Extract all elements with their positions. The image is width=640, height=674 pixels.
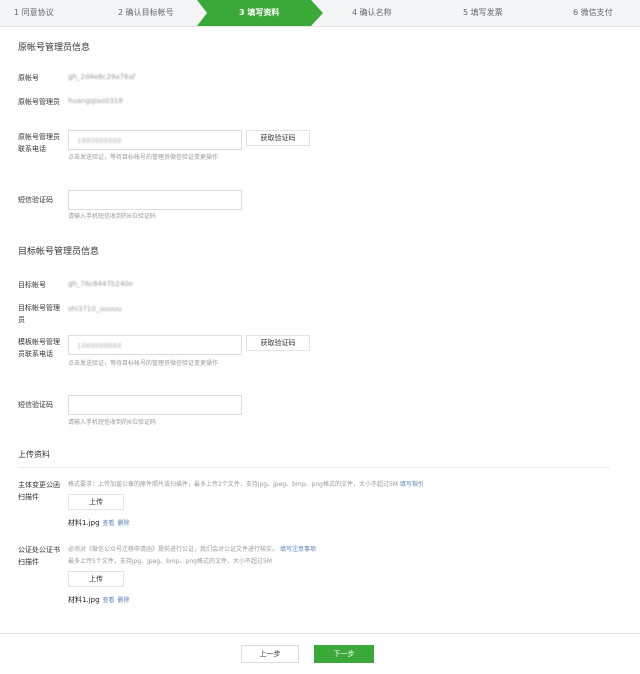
target-account-label: 目标帐号 xyxy=(18,281,46,289)
original-phone-hint: 点击发送验证，等待目标帐号的管理员微信验证变更操作 xyxy=(68,154,219,161)
original-admin-section-title: 原帐号管理员信息 xyxy=(18,43,91,53)
original-admin-label: 原帐号管理员 xyxy=(18,98,60,106)
view-link[interactable]: 查看 xyxy=(103,597,115,604)
entity-change-letter-label: 主体变更公函扫描件 xyxy=(18,481,60,501)
original-account-value: gh_2d4e8c29a76af xyxy=(68,73,136,81)
entity-change-letter-hint: 格式要求：上传加盖公章的原件照片或扫描件，最多上传2个文件，支持jpg、jpeg… xyxy=(68,481,424,488)
target-get-code-button[interactable]: 获取验证码 xyxy=(246,335,310,351)
original-account-label: 原帐号 xyxy=(18,74,39,82)
target-phone-value: 1888888888 xyxy=(77,342,122,350)
target-phone-input[interactable]: 1888888888 xyxy=(68,335,242,355)
original-admin-value: huangqiao0318 xyxy=(68,97,123,105)
step-progress-bar: 1 同意协议 2 确认目标帐号 3 填写资料 4 确认名称 5 填写发票 6 微… xyxy=(0,0,640,27)
fill-guide-link[interactable]: 填写指引 xyxy=(400,481,424,488)
prev-step-button[interactable]: 上一步 xyxy=(241,645,299,663)
view-link[interactable]: 查看 xyxy=(103,520,115,527)
notary-certificate-hint-line2: 最多上传5个文件，支持jpg、jpeg、bmp、png格式的文件，大小不超过5M xyxy=(68,558,272,565)
next-step-button[interactable]: 下一步 xyxy=(314,645,374,663)
target-phone-hint: 点击发送验证，等待目标帐号的管理员微信验证变更操作 xyxy=(68,360,219,367)
delete-link[interactable]: 删除 xyxy=(118,520,130,527)
upload-divider xyxy=(18,467,610,468)
notary-upload-button[interactable]: 上传 xyxy=(68,571,124,587)
original-sms-label: 短信验证码 xyxy=(18,196,53,204)
target-sms-hint: 请输入手机短信收到的6位验证码 xyxy=(68,419,156,426)
original-sms-hint: 请输入手机短信收到的6位验证码 xyxy=(68,213,156,220)
target-admin-value: shi3710_uuuuu xyxy=(68,305,122,313)
notes-link[interactable]: 填写注意事项 xyxy=(280,546,316,553)
original-phone-input[interactable]: 1880688888 xyxy=(68,130,242,150)
entity-uploaded-file: 材料1.jpg 查看 删除 xyxy=(68,519,130,527)
step-6: 6 微信支付 xyxy=(573,8,613,17)
step-5: 5 填写发票 xyxy=(463,8,503,17)
step-3-current: 3 填写资料 xyxy=(239,8,280,17)
target-admin-section-title: 目标帐号管理员信息 xyxy=(18,247,100,257)
original-sms-input[interactable] xyxy=(68,190,242,210)
original-phone-label: 原帐号管理员联系电话 xyxy=(18,133,60,153)
entity-upload-button[interactable]: 上传 xyxy=(68,494,124,510)
upload-section-title: 上传资料 xyxy=(18,450,50,459)
notary-uploaded-file: 材料1.jpg 查看 删除 xyxy=(68,596,130,604)
notary-certificate-label: 公证处公证书扫描件 xyxy=(18,546,60,566)
original-phone-value: 1880688888 xyxy=(77,137,122,145)
target-sms-input[interactable] xyxy=(68,395,242,415)
target-phone-label: 模板帐号管理员联系电话 xyxy=(18,338,60,358)
step-1: 1 同意协议 xyxy=(14,8,54,17)
delete-link[interactable]: 删除 xyxy=(118,597,130,604)
step-2: 2 确认目标帐号 xyxy=(118,8,174,17)
target-admin-label: 目标帐号管理员 xyxy=(18,304,60,324)
notary-certificate-hint-line1: 必须对《微信公众号迁移申请函》提前进行公证，我们会对公证文件进行核实。 填写注意… xyxy=(68,546,316,553)
target-account-value: gh_76c8447b240e xyxy=(68,280,134,288)
original-get-code-button[interactable]: 获取验证码 xyxy=(246,130,310,146)
step-4: 4 确认名称 xyxy=(352,8,392,17)
target-sms-label: 短信验证码 xyxy=(18,401,53,409)
